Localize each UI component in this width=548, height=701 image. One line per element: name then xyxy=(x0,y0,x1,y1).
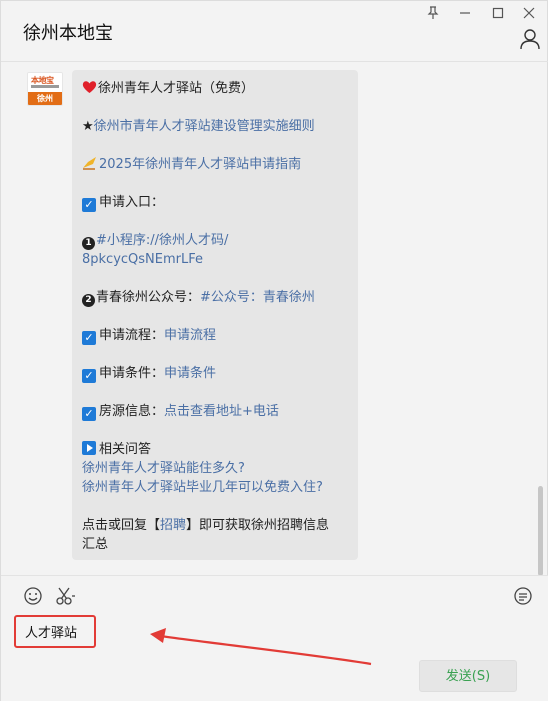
play-icon xyxy=(82,441,96,455)
red-arrow-annotation xyxy=(150,628,372,666)
message-line-entry: ✓ 申请入口： xyxy=(82,193,164,212)
message-line-title: 徐州青年人才驿站（免费） xyxy=(82,79,254,100)
avatar[interactable]: 本地宝 徐州 xyxy=(27,72,63,106)
miniprogram-link[interactable]: #小程序://徐州人才码/ xyxy=(96,233,228,248)
number-one-icon: 1 xyxy=(82,237,95,250)
scissors-icon[interactable] xyxy=(55,586,77,608)
maximize-icon[interactable] xyxy=(487,4,509,22)
rules-link[interactable]: 徐州市青年人才驿站建设管理实施细则 xyxy=(94,119,315,134)
message-line-account: 2 青春徐州公众号：#公众号：青春徐州 xyxy=(82,288,315,307)
heart-icon xyxy=(82,80,97,100)
chat-window: 徐州本地宝 本地宝 徐州 徐州青年人才驿站（免费） ★徐州市青年人才驿站建设管理… xyxy=(0,0,548,701)
miniprogram-code-link[interactable]: 8pkcycQsNEmrLFe xyxy=(82,252,203,267)
checkbox-icon: ✓ xyxy=(82,198,96,212)
message-line-miniprogram-code: 8pkcycQsNEmrLFe xyxy=(82,250,203,269)
message-line-rules: ★徐州市青年人才驿站建设管理实施细则 xyxy=(82,119,315,134)
chat-history-icon[interactable] xyxy=(513,586,535,608)
checkbox-icon: ✓ xyxy=(82,407,96,421)
recruit-link[interactable]: 招聘 xyxy=(160,518,186,533)
housing-link[interactable]: 点击查看地址+电话 xyxy=(164,404,279,419)
message-bubble: 徐州青年人才驿站（免费） ★徐州市青年人才驿站建设管理实施细则 2025年徐州青… xyxy=(72,70,358,560)
message-line-conditions: ✓ 申请条件：申请条件 xyxy=(82,364,216,383)
pin-icon[interactable] xyxy=(422,4,444,22)
message-line-process: ✓ 申请流程：申请流程 xyxy=(82,326,216,345)
faq-link-graduation[interactable]: 徐州青年人才驿站毕业几年可以免费入住? xyxy=(82,480,323,495)
guide-link[interactable]: 2025年徐州青年人才驿站申请指南 xyxy=(99,157,301,172)
close-icon[interactable] xyxy=(518,4,540,22)
message-line-faq-2: 徐州青年人才驿站毕业几年可以免费入住? xyxy=(82,478,323,497)
input-highlight-box xyxy=(14,615,96,648)
checkbox-icon: ✓ xyxy=(82,331,96,345)
number-two-icon: 2 xyxy=(82,294,95,307)
title-bar: 徐州本地宝 xyxy=(1,1,548,61)
chat-scrollbar[interactable] xyxy=(538,486,543,576)
process-link[interactable]: 申请流程 xyxy=(164,328,216,343)
message-line-miniprogram: 1 #小程序://徐州人才码/ xyxy=(82,231,228,250)
message-line-housing: ✓ 房源信息：点击查看地址+电话 xyxy=(82,402,279,421)
profile-icon[interactable] xyxy=(519,28,541,50)
minimize-icon[interactable] xyxy=(454,4,476,22)
account-link[interactable]: #公众号：青春徐州 xyxy=(200,290,315,305)
emoji-icon[interactable] xyxy=(23,586,45,608)
send-button[interactable]: 发送(S) xyxy=(419,660,517,692)
chat-history[interactable]: 本地宝 徐州 徐州青年人才驿站（免费） ★徐州市青年人才驿站建设管理实施细则 2… xyxy=(1,62,548,574)
chat-title: 徐州本地宝 xyxy=(23,23,113,44)
message-line-faq-1: 徐州青年人才驿站能住多久? xyxy=(82,459,245,478)
message-line-recruit: 点击或回复【招聘】即可获取徐州招聘信息 xyxy=(82,518,330,533)
message-line-faq: 相关问答 xyxy=(82,440,151,459)
avatar-city: 徐州 xyxy=(28,92,62,105)
faq-link-duration[interactable]: 徐州青年人才驿站能住多久? xyxy=(82,461,245,476)
message-line-summary: 汇总 xyxy=(82,537,109,552)
conditions-link[interactable]: 申请条件 xyxy=(164,366,216,381)
writing-hand-icon xyxy=(82,156,98,176)
message-line-guide: 2025年徐州青年人才驿站申请指南 xyxy=(82,155,301,176)
checkbox-icon: ✓ xyxy=(82,369,96,383)
